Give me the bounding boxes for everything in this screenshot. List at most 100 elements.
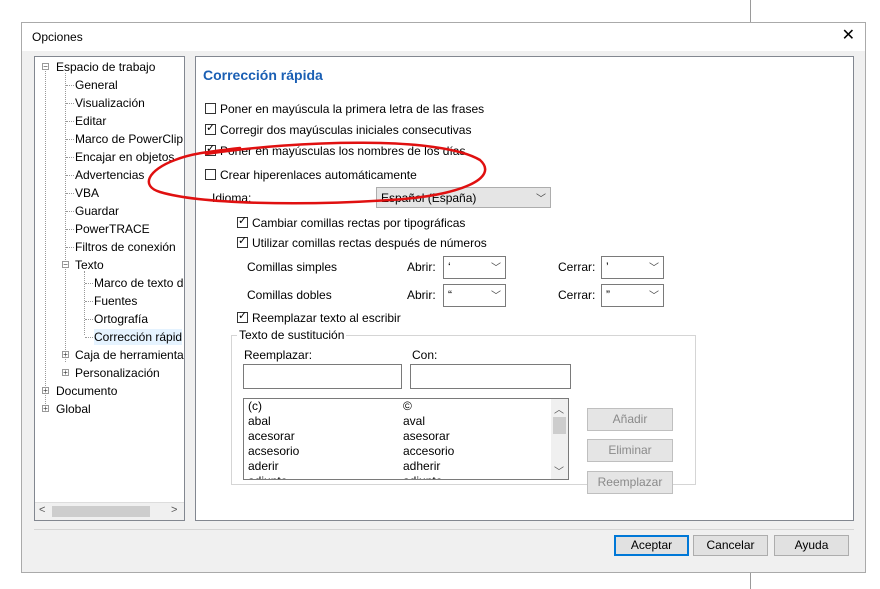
chevron-down-icon: ﹀ (491, 291, 501, 302)
typographic-quotes-checkbox[interactable] (237, 214, 248, 228)
replace-button[interactable]: Reemplazar (587, 471, 673, 494)
chevron-down-icon: ﹀ (536, 194, 546, 205)
list-item-from: acsesorio (248, 444, 300, 458)
scroll-thumb[interactable] (52, 506, 150, 517)
scroll-left-icon[interactable]: < (39, 504, 45, 516)
single-open-value: ‘ (448, 260, 451, 274)
scroll-thumb[interactable] (553, 417, 566, 434)
scroll-right-icon[interactable]: > (171, 504, 177, 516)
tree-item-personalizacion[interactable]: Personalización (75, 365, 160, 381)
list-item-to: aval (403, 414, 426, 428)
capitalize-days-label[interactable]: Poner en mayúsculas los nombres de los d… (220, 144, 465, 158)
tree-item-marco-powerclip[interactable]: Marco de PowerClip (75, 131, 183, 147)
tree-item-editar[interactable]: Editar (75, 113, 106, 129)
collapse-icon[interactable]: − (62, 261, 69, 269)
list-item-to: adherir (403, 459, 441, 473)
substitution-list[interactable]: (c) © abal aval acesorar asesorar acsesorio… (243, 398, 569, 480)
two-initial-caps-label[interactable]: Corregir dos mayúsculas iniciales consec… (220, 123, 471, 137)
list-item-to: accesorio (403, 444, 455, 458)
collapse-icon[interactable]: − (42, 63, 49, 71)
list-item[interactable]: aderir adherir (248, 459, 440, 474)
tree-line (66, 85, 74, 86)
expand-icon[interactable]: + (62, 369, 69, 377)
tree-item-general[interactable]: General (75, 77, 118, 93)
tree-item-documento[interactable]: Documento (56, 383, 117, 399)
tree-line (65, 73, 66, 362)
background-divider-top (750, 0, 751, 22)
straight-quotes-numbers-label[interactable]: Utilizar comillas rectas después de núme… (252, 236, 487, 250)
add-button[interactable]: Añadir (587, 408, 673, 431)
tree-item-advertencias[interactable]: Advertencias (75, 167, 144, 183)
capitalize-days-checkbox[interactable] (205, 142, 216, 156)
options-dialog: Opciones ✕ − Espacio de trabajo General … (21, 22, 866, 573)
single-close-value: ’ (606, 260, 609, 274)
list-item-from: (c) (248, 399, 262, 413)
expand-icon[interactable]: + (42, 387, 49, 395)
capitalize-sentences-label[interactable]: Poner en mayúscula la primera letra de l… (220, 102, 484, 116)
straight-quotes-numbers-checkbox[interactable] (237, 234, 248, 248)
replace-input[interactable] (243, 364, 402, 389)
tree-item-caja-herramientas[interactable]: Caja de herramienta (75, 347, 184, 363)
tree-item-ortografia[interactable]: Ortografía (94, 311, 148, 327)
tree-item-visualizacion[interactable]: Visualización (75, 95, 145, 111)
chevron-down-icon: ﹀ (649, 263, 659, 274)
single-open-label: Abrir: (407, 260, 436, 274)
list-item[interactable]: abal aval (248, 414, 425, 429)
tree-item-vba[interactable]: VBA (75, 185, 99, 201)
chevron-down-icon: ﹀ (491, 263, 501, 274)
single-quotes-label: Comillas simples (247, 260, 338, 274)
tree-item-encajar-objetos[interactable]: Encajar en objetos (75, 149, 174, 165)
quick-correct-panel: Corrección rápida Poner en mayúscula la … (195, 56, 854, 521)
expand-icon[interactable]: + (62, 351, 69, 359)
tree-line (85, 283, 93, 284)
language-select[interactable]: Español (España) ﹀ (376, 187, 551, 208)
ok-button[interactable]: Aceptar (614, 535, 689, 556)
list-item-from: abal (248, 414, 271, 428)
language-value: Español (España) (381, 191, 477, 205)
capitalize-sentences-checkbox[interactable] (205, 103, 216, 114)
category-tree[interactable]: − Espacio de trabajo General Visualizaci… (34, 56, 185, 521)
tree-item-guardar[interactable]: Guardar (75, 203, 119, 219)
tree-line (84, 271, 85, 335)
two-initial-caps-checkbox[interactable] (205, 121, 216, 135)
list-item[interactable]: acsesorio accesorio (248, 444, 454, 459)
with-input[interactable] (410, 364, 571, 389)
substitution-group-title: Texto de sustitución (237, 328, 347, 342)
tree-item-filtros-conexion[interactable]: Filtros de conexión (75, 239, 176, 255)
tree-line (66, 139, 74, 140)
auto-hyperlinks-checkbox[interactable] (205, 169, 216, 180)
replace-while-typing-checkbox[interactable] (237, 309, 248, 323)
double-open-select[interactable]: “ ﹀ (443, 284, 506, 307)
list-item[interactable]: (c) © (248, 399, 412, 414)
tree-horizontal-scrollbar[interactable]: < > (35, 502, 184, 520)
list-vertical-scrollbar[interactable]: ︿ ﹀ (551, 399, 568, 479)
replace-while-typing-label[interactable]: Reemplazar texto al escribir (252, 311, 401, 325)
list-item-from: adjunto (248, 474, 287, 479)
tree-item-powertrace[interactable]: PowerTRACE (75, 221, 150, 237)
close-icon[interactable]: ✕ (842, 26, 855, 46)
page-title: Corrección rápida (203, 67, 323, 83)
list-item[interactable]: adjunto adjunto (248, 474, 442, 479)
scroll-down-icon[interactable]: ﹀ (554, 463, 564, 478)
tree-item-correccion-rapida[interactable]: Corrección rápid (94, 329, 183, 345)
typographic-quotes-label[interactable]: Cambiar comillas rectas por tipográficas (252, 216, 465, 230)
single-close-select[interactable]: ’ ﹀ (601, 256, 664, 279)
tree-line (66, 211, 74, 212)
auto-hyperlinks-label[interactable]: Crear hiperenlaces automáticamente (220, 168, 417, 182)
cancel-button[interactable]: Cancelar (693, 535, 768, 556)
scroll-up-icon[interactable]: ︿ (554, 401, 564, 416)
double-close-select[interactable]: ” ﹀ (601, 284, 664, 307)
list-item-to: asesorar (403, 429, 450, 443)
double-close-label: Cerrar: (558, 288, 596, 302)
language-label: Idioma: (212, 191, 252, 205)
list-item[interactable]: acesorar asesorar (248, 429, 450, 444)
tree-item-texto[interactable]: Texto (75, 257, 104, 273)
single-open-select[interactable]: ‘ ﹀ (443, 256, 506, 279)
tree-item-fuentes[interactable]: Fuentes (94, 293, 137, 309)
tree-item-marco-texto[interactable]: Marco de texto d (94, 275, 183, 291)
delete-button[interactable]: Eliminar (587, 439, 673, 462)
help-button[interactable]: Ayuda (774, 535, 849, 556)
expand-icon[interactable]: + (42, 405, 49, 413)
tree-item-global[interactable]: Global (56, 401, 91, 417)
tree-item-espacio-de-trabajo[interactable]: Espacio de trabajo (56, 59, 155, 75)
